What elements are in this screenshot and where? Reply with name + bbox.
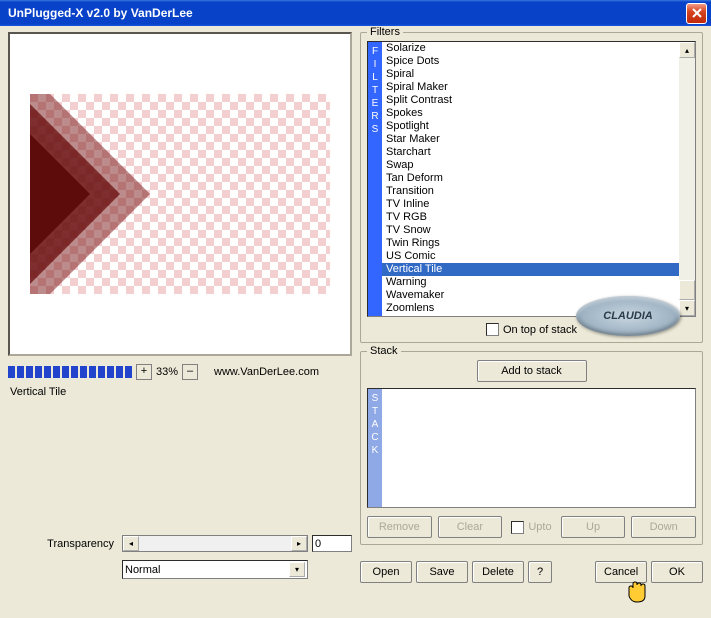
cancel-button[interactable]: Cancel: [595, 561, 647, 583]
help-button[interactable]: ?: [528, 561, 552, 583]
delete-button[interactable]: Delete: [472, 561, 524, 583]
filter-item[interactable]: Zoomlens: [382, 302, 679, 315]
ontop-label: On top of stack: [503, 324, 577, 336]
filter-item[interactable]: Warning: [382, 276, 679, 289]
transparency-scrollbar[interactable]: ◂ ▸: [122, 535, 308, 552]
chevron-right-icon[interactable]: ▸: [291, 536, 307, 551]
open-button[interactable]: Open: [360, 561, 412, 583]
transparency-label: Transparency: [8, 538, 118, 550]
ok-button[interactable]: OK: [651, 561, 703, 583]
filter-item[interactable]: Spotlight: [382, 120, 679, 133]
filters-list[interactable]: SolarizeSpice DotsSpiralSpiral MakerSpli…: [382, 42, 679, 316]
stack-fieldset: Stack Add to stack STACK Remove Clear Up…: [360, 351, 703, 545]
stack-legend: Stack: [367, 345, 401, 357]
ontop-checkbox[interactable]: [486, 323, 499, 336]
remove-button[interactable]: Remove: [367, 516, 432, 538]
filters-scrollbar[interactable]: ▴ ▾: [679, 42, 695, 316]
zoom-in-button[interactable]: +: [136, 364, 152, 380]
filter-item[interactable]: Twin Rings: [382, 237, 679, 250]
filter-item[interactable]: Split Contrast: [382, 94, 679, 107]
filter-item[interactable]: Spokes: [382, 107, 679, 120]
filter-item[interactable]: US Comic: [382, 250, 679, 263]
vendor-url: www.VanDerLee.com: [214, 366, 319, 378]
filter-item[interactable]: Spiral Maker: [382, 81, 679, 94]
filter-item[interactable]: Solarize: [382, 42, 679, 55]
zoom-value: 33%: [156, 366, 178, 378]
preview-image: [30, 94, 330, 294]
filter-item[interactable]: Swap: [382, 159, 679, 172]
window-title: UnPlugged-X v2.0 by VanDerLee: [4, 6, 686, 20]
chevron-up-icon[interactable]: ▴: [679, 42, 695, 58]
filter-item[interactable]: Spiral: [382, 68, 679, 81]
down-button[interactable]: Down: [631, 516, 696, 538]
blend-mode-value: Normal: [125, 564, 160, 576]
upto-label: Upto: [528, 521, 551, 533]
filter-item[interactable]: TV Inline: [382, 198, 679, 211]
upto-checkbox[interactable]: [511, 521, 524, 534]
clear-button[interactable]: Clear: [438, 516, 503, 538]
chevron-down-icon[interactable]: ▾: [679, 300, 695, 316]
filters-legend: Filters: [367, 26, 403, 38]
filters-fieldset: Filters FILTERS SolarizeSpice DotsSpiral…: [360, 32, 703, 343]
filter-item[interactable]: Starchart: [382, 146, 679, 159]
filter-item[interactable]: Spice Dots: [382, 55, 679, 68]
zoom-progress: [8, 366, 132, 378]
chevron-left-icon[interactable]: ◂: [123, 536, 139, 551]
transparency-input[interactable]: [312, 535, 352, 552]
chevron-down-icon[interactable]: ▾: [289, 562, 305, 577]
filter-item[interactable]: Vertical Tile: [382, 263, 679, 276]
titlebar: UnPlugged-X v2.0 by VanDerLee: [0, 0, 711, 26]
preview-panel: [8, 32, 352, 356]
filter-item[interactable]: Wavemaker: [382, 289, 679, 302]
filter-item[interactable]: Tan Deform: [382, 172, 679, 185]
filters-tab[interactable]: FILTERS: [368, 42, 382, 316]
scrollbar-thumb[interactable]: [679, 280, 695, 300]
up-button[interactable]: Up: [561, 516, 626, 538]
close-icon[interactable]: [686, 3, 707, 24]
filter-item[interactable]: Transition: [382, 185, 679, 198]
selected-filter-caption: Vertical Tile: [10, 386, 352, 398]
zoom-out-button[interactable]: –: [182, 364, 198, 380]
filter-item[interactable]: TV Snow: [382, 224, 679, 237]
blend-mode-dropdown[interactable]: Normal ▾: [122, 560, 308, 579]
add-to-stack-button[interactable]: Add to stack: [477, 360, 587, 382]
stack-tab[interactable]: STACK: [368, 389, 382, 507]
filter-item[interactable]: Star Maker: [382, 133, 679, 146]
filter-item[interactable]: TV RGB: [382, 211, 679, 224]
stack-list[interactable]: STACK: [367, 388, 696, 508]
save-button[interactable]: Save: [416, 561, 468, 583]
